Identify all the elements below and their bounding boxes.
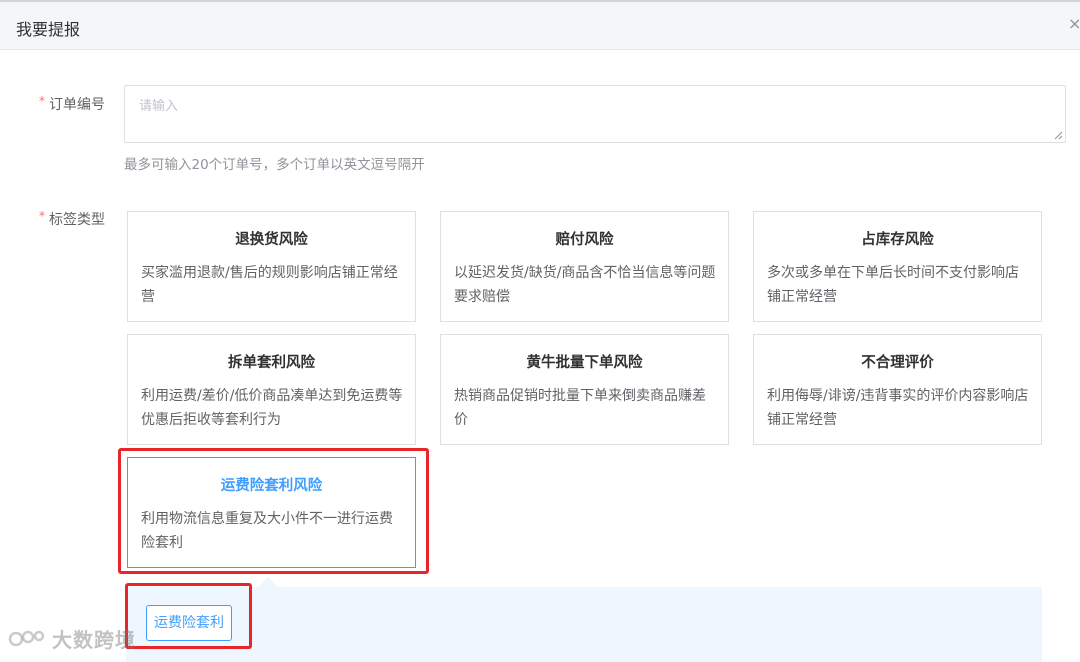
tag-type-label: * 标签类型 [39, 209, 105, 229]
order-number-placeholder: 请输入 [139, 99, 179, 114]
tag-option-return-risk[interactable]: 退换货风险 买家滥用退款/售后的规则影响店铺正常经营 [127, 211, 416, 322]
tag-option-desc: 以延迟发货/缺货/商品含不恰当信息等问题要求赔偿 [454, 265, 716, 305]
order-number-hint: 最多可输入20个订单号，多个订单以英文逗号隔开 [124, 157, 425, 173]
highlight-frame [118, 448, 429, 574]
dialog-title: 我要提报 [16, 20, 81, 39]
tag-option-split-order-risk[interactable]: 拆单套利风险 利用运费/差价/低价商品凑单达到免运费等优惠后拒收等套利行为 [127, 334, 416, 445]
tag-option-title: 黄牛批量下单风险 [526, 355, 643, 371]
tag-option-desc: 利用侮辱/诽谤/违背事实的评价内容影响店铺正常经营 [767, 388, 1029, 428]
tag-option-title: 退换货风险 [235, 232, 308, 248]
tag-option-desc: 热销商品促销时批量下单来倒卖商品赚差价 [454, 388, 706, 428]
order-number-label: * 订单编号 [39, 94, 105, 114]
tag-type-label-text: 标签类型 [49, 212, 105, 228]
sub-panel-caret [258, 577, 278, 587]
order-number-label-text: 订单编号 [49, 97, 105, 113]
order-number-input[interactable]: 请输入 [124, 85, 1066, 143]
tag-option-scalper-risk[interactable]: 黄牛批量下单风险 热销商品促销时批量下单来倒卖商品赚差价 [440, 334, 729, 445]
tag-option-title: 占库存风险 [861, 232, 934, 248]
sub-option-panel [126, 587, 1042, 662]
tag-option-title: 不合理评价 [861, 355, 934, 371]
highlight-frame [125, 583, 252, 649]
tag-option-unreasonable-review[interactable]: 不合理评价 利用侮辱/诽谤/违背事实的评价内容影响店铺正常经营 [753, 334, 1042, 445]
tag-option-desc: 利用运费/差价/低价商品凑单达到免运费等优惠后拒收等套利行为 [141, 388, 403, 428]
tag-option-inventory-risk[interactable]: 占库存风险 多次或多单在下单后长时间不支付影响店铺正常经营 [753, 211, 1042, 322]
dialog-header: 我要提报 × [0, 0, 1080, 50]
watermark-logo-icon [8, 630, 45, 647]
required-mark: * [39, 94, 45, 108]
required-mark: * [39, 209, 45, 223]
tag-option-title: 拆单套利风险 [228, 355, 315, 371]
tag-option-compensation-risk[interactable]: 赔付风险 以延迟发货/缺货/商品含不恰当信息等问题要求赔偿 [440, 211, 729, 322]
close-icon[interactable]: × [1068, 15, 1080, 33]
resize-handle-icon[interactable] [1054, 131, 1063, 140]
watermark: 大数跨境 [52, 628, 136, 652]
tag-option-desc: 买家滥用退款/售后的规则影响店铺正常经营 [141, 265, 398, 305]
tag-option-desc: 多次或多单在下单后长时间不支付影响店铺正常经营 [767, 265, 1019, 305]
tag-option-title: 赔付风险 [555, 232, 614, 248]
